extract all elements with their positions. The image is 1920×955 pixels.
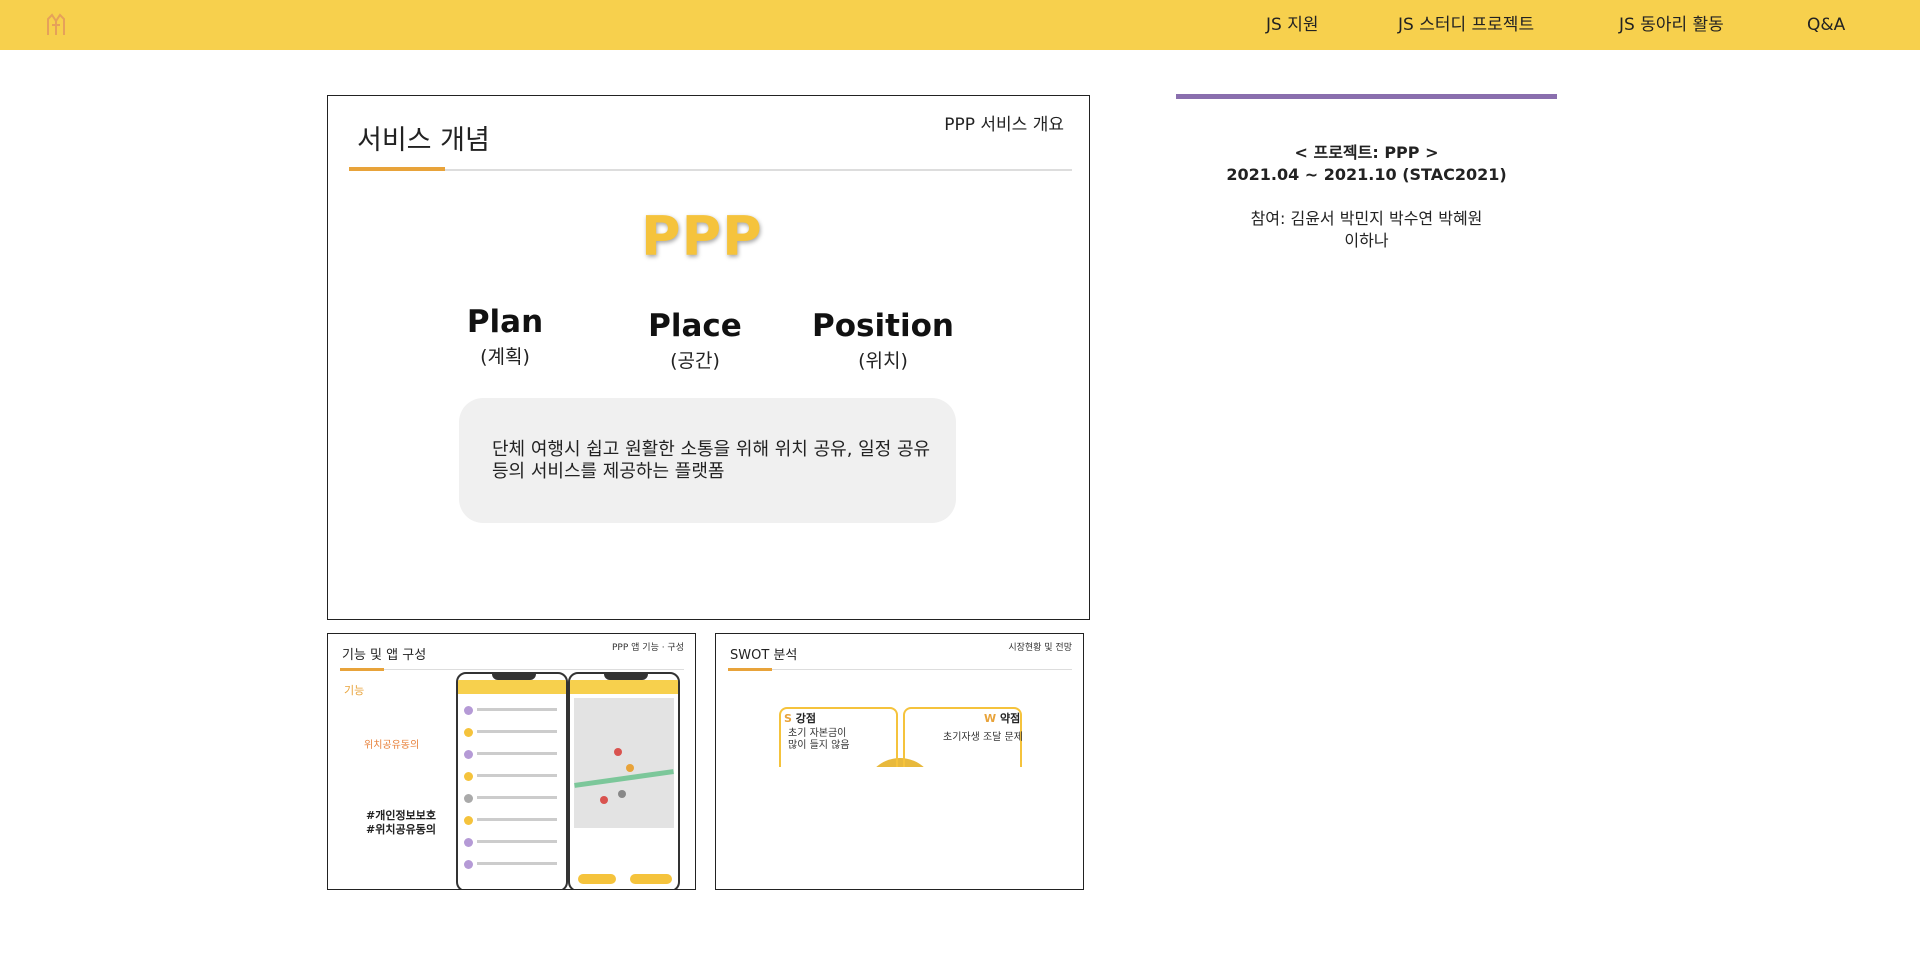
nav-item-club-activity[interactable]: JS 동아리 활동	[1619, 0, 1724, 50]
project-members: 참여: 김윤서 박민지 박수연 박혜원	[1250, 209, 1483, 228]
thumb-divider-accent	[340, 668, 384, 671]
thumb-divider-accent	[728, 668, 772, 671]
word-plan: Plan (계획)	[425, 304, 585, 369]
thumb-subtitle: PPP 앱 기능 · 구성	[612, 643, 684, 653]
hashtag-privacy: #개인정보보호	[366, 809, 436, 822]
word-position-en: Position	[812, 308, 954, 344]
top-nav-bar: JS 지원 JS 스터디 프로젝트 JS 동아리 활동 Q&A	[0, 0, 1920, 50]
word-plan-ko: (계획)	[480, 346, 530, 368]
word-position: Position (위치)	[803, 308, 963, 373]
word-place: Place (공간)	[615, 308, 775, 373]
thumb-divider	[728, 669, 1072, 670]
slide-divider	[349, 169, 1072, 171]
phone-mockup-map	[568, 672, 680, 889]
slide-subtitle: PPP 서비스 개요	[944, 115, 1064, 135]
thumb-title: SWOT 분석	[730, 648, 798, 663]
swot-crop-area	[716, 767, 1083, 889]
hashtag-location: #위치공유동의	[366, 823, 436, 836]
thumbnail-swot[interactable]: SWOT 분석 시장현황 및 전망 S W S 강점 초기 자본금이 많이 들지…	[715, 633, 1084, 890]
nav-item-study-project[interactable]: JS 스터디 프로젝트	[1398, 0, 1534, 50]
ppp-logo: PPP	[641, 205, 763, 268]
word-plan-en: Plan	[466, 304, 544, 340]
swot-weakness-text: 초기자생 조달 문제	[943, 732, 1023, 743]
swot-strength-label: S 강점	[784, 712, 817, 725]
main-slide: 서비스 개념 PPP 서비스 개요 PPP Plan (계획) Place (공…	[327, 95, 1090, 620]
map-preview	[574, 698, 674, 828]
location-consent-label: 위치공유동의	[364, 740, 420, 751]
swot-strength-text: 초기 자본금이 많이 들지 않음	[788, 728, 850, 751]
slide-title: 서비스 개념	[357, 125, 490, 156]
slide-divider-accent	[349, 167, 445, 171]
info-divider	[1176, 94, 1557, 99]
site-logo-icon[interactable]	[42, 11, 70, 39]
nav-item-qna[interactable]: Q&A	[1807, 0, 1845, 50]
nav-item-js-support[interactable]: JS 지원	[1266, 0, 1319, 50]
thumb-divider	[340, 669, 684, 670]
feature-label: 기능	[344, 684, 365, 697]
description-text: 단체 여행시 쉽고 원활한 소통을 위해 위치 공유, 일정 공유 등의 서비스…	[492, 439, 931, 482]
project-members-cont: 이하나	[1344, 231, 1389, 250]
description-box: 단체 여행시 쉽고 원활한 소통을 위해 위치 공유, 일정 공유 등의 서비스…	[459, 398, 956, 523]
project-period: 2021.04 ~ 2021.10 (STAC2021)	[1226, 165, 1507, 184]
hashtags: #개인정보보호 #위치공유동의	[366, 809, 436, 837]
word-position-ko: (위치)	[858, 350, 908, 372]
thumb-subtitle: 시장현황 및 전망	[1008, 643, 1072, 653]
swot-weakness-label: W 약점	[984, 712, 1021, 725]
word-place-en: Place	[648, 308, 742, 344]
phone-mockup-list	[456, 672, 568, 889]
thumbnail-features[interactable]: 기능 및 앱 구성 PPP 앱 기능 · 구성 기능 위치공유동의 #개인정보보…	[327, 633, 696, 890]
project-name: < 프로젝트: PPP >	[1294, 143, 1439, 162]
thumb-title: 기능 및 앱 구성	[342, 648, 427, 663]
word-place-ko: (공간)	[670, 350, 720, 372]
